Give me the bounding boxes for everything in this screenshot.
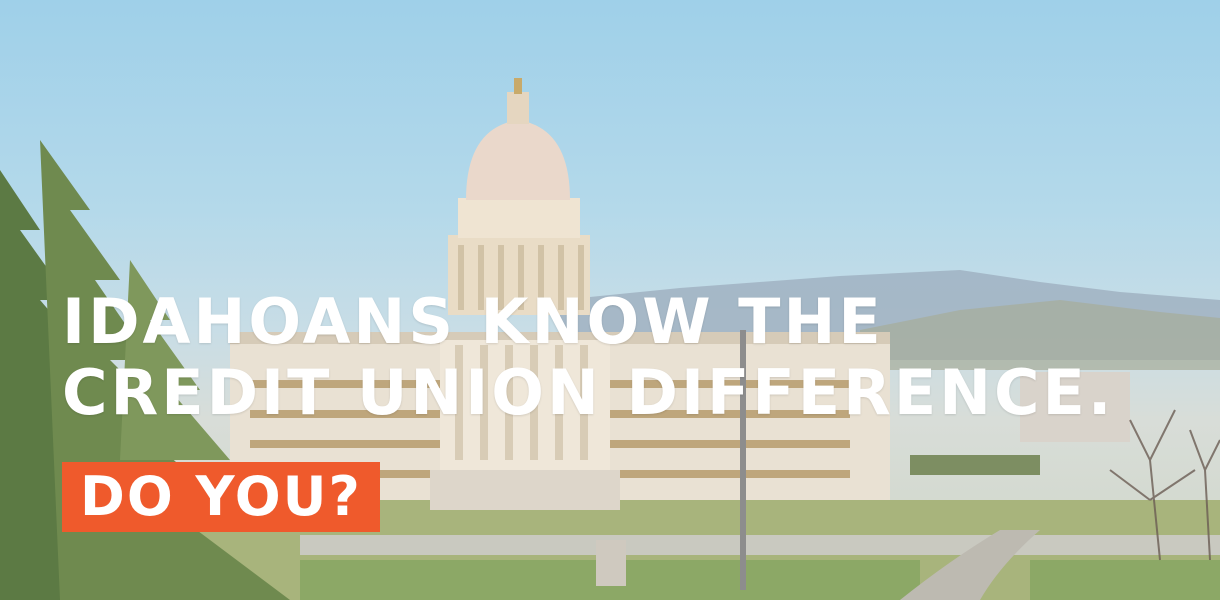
do-you-badge: DO YOU? [62,462,380,532]
hero-headline: IDAHOANS KNOW THE CREDIT UNION DIFFERENC… [62,286,1114,429]
hero-banner: IDAHOANS KNOW THE CREDIT UNION DIFFERENC… [0,0,1220,600]
headline-line-2: CREDIT UNION DIFFERENCE. [62,356,1115,430]
headline-line-1: IDAHOANS KNOW THE [62,285,884,358]
